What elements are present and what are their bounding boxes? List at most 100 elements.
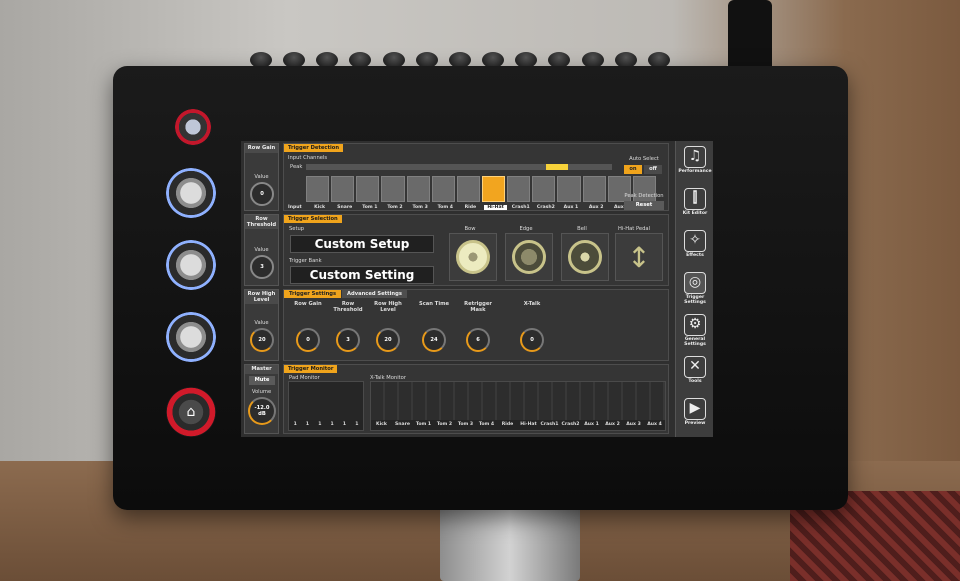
row-high-level-column: Row High Level Value 20 [244, 289, 279, 361]
auto-select-off-button[interactable]: off [644, 165, 662, 174]
encoder-knob-3[interactable] [166, 312, 216, 362]
row-gain-dial[interactable]: 0 [250, 182, 274, 206]
sidebar-item-performance[interactable]: ♫ Performance [676, 143, 713, 185]
knob-label: Row Threshold [333, 301, 363, 313]
sidebar-item-kit-editor[interactable]: ⫿ Kit Editor [676, 185, 713, 227]
row-high-level-dial[interactable]: 20 [250, 328, 274, 352]
input-channel-label[interactable]: Kick [308, 205, 331, 210]
input-channel-cell[interactable] [507, 176, 531, 202]
trigger-bank-selector[interactable]: Custom Setting [290, 266, 434, 284]
sidebar-item-label: Preview [684, 421, 706, 426]
row-gain-value-label: Value [254, 174, 269, 180]
trigger-detection-panel: Trigger Detection Input Channels Peak In… [283, 143, 669, 211]
peak-label: Peak [290, 164, 303, 170]
monitor-channel-label: Aux 1 [584, 422, 599, 427]
sidebar-item-preview[interactable]: ▶ Preview [676, 395, 713, 437]
input-channel-cell[interactable] [331, 176, 355, 202]
input-channel-label[interactable]: Tom 1 [358, 205, 381, 210]
monitor-channel-label: Aux 3 [626, 422, 641, 427]
settings-knob[interactable]: 20 [376, 328, 400, 352]
trigger-selection-title: Trigger Selection [284, 215, 342, 223]
input-channel-label[interactable]: Crash1 [509, 205, 532, 210]
row-high-level-value-label: Value [254, 320, 269, 326]
input-channel-cell[interactable] [356, 176, 380, 202]
monitor-channel-label: Crash2 [561, 422, 580, 427]
hihat-pedal-pad[interactable]: ↕ [615, 233, 663, 281]
input-channel-cell[interactable] [481, 176, 506, 202]
trigger-bank-label: Trigger Bank [289, 258, 322, 264]
knob-label: Retrigger Mask [464, 301, 492, 313]
trigger-settings-panel: Trigger Settings Advanced Settings Row G… [283, 289, 669, 361]
input-label: Input [288, 205, 302, 210]
reset-button[interactable]: Reset [624, 201, 664, 210]
sidebar-item-tools[interactable]: ✕ Tools [676, 353, 713, 395]
row-threshold-header: Row Threshold [245, 215, 278, 229]
trigger-icon: ◎ [684, 272, 706, 294]
home-button[interactable]: ⌂ [166, 387, 216, 437]
input-channel-label[interactable]: Tom 2 [383, 205, 406, 210]
settings-knob[interactable]: 3 [336, 328, 360, 352]
input-channel-cell[interactable] [406, 176, 430, 202]
zone-edge-pad[interactable] [505, 233, 553, 281]
monitor-channel-label: Kick [376, 422, 387, 427]
power-button[interactable] [174, 108, 212, 146]
zone-bell-pad[interactable] [561, 233, 609, 281]
input-channels-label: Input Channels [288, 155, 328, 161]
hihat-pedal-icon: ↕ [627, 240, 651, 274]
settings-knob[interactable]: 0 [296, 328, 320, 352]
auto-select-label: Auto Select [629, 156, 659, 162]
sidebar-item-label: Kit Editor [682, 211, 708, 216]
knob-label: Row High Level [374, 301, 402, 313]
zone-bow-label: Bow [464, 226, 476, 232]
input-channel-label[interactable]: Crash2 [534, 205, 557, 210]
sidebar-item-effects[interactable]: ✧ Effects [676, 227, 713, 269]
encoder-knob-1[interactable] [166, 168, 216, 218]
input-channel-label[interactable]: Hi-Hat [483, 205, 508, 210]
settings-knob[interactable]: 24 [422, 328, 446, 352]
input-channel-cell[interactable] [306, 176, 330, 202]
tools-icon: ✕ [684, 356, 706, 378]
tab-advanced-settings[interactable]: Advanced Settings [342, 290, 407, 298]
row-threshold-dial[interactable]: 3 [250, 255, 274, 279]
settings-knob[interactable]: 0 [520, 328, 544, 352]
setup-label: Setup [289, 226, 305, 232]
input-channel-cell[interactable] [431, 176, 455, 202]
pad-monitor-value: 1 [330, 422, 334, 427]
tab-trigger-settings[interactable]: Trigger Settings [284, 290, 342, 298]
main-nav-sidebar: ♫ Performance ⫿ Kit Editor ✧ Effects ◎ Trigger … [675, 141, 713, 437]
input-channel-cell[interactable] [582, 176, 606, 202]
monitor-channel-label: Crash1 [540, 422, 559, 427]
sidebar-item-trigger-settings[interactable]: ◎ Trigger Settings [676, 269, 713, 311]
input-channel-labels: Input Kick Snare Tom 1 Tom 2 Tom 3 Tom 4 Ride Hi… [288, 205, 658, 210]
input-channel-cell[interactable] [557, 176, 581, 202]
input-channel-label[interactable]: Snare [333, 205, 356, 210]
monitor-channel-label: Hi-Hat [520, 422, 537, 427]
setup-selector[interactable]: Custom Setup [290, 235, 434, 253]
mute-button[interactable]: Mute [249, 376, 275, 385]
input-channel-label[interactable]: Aux 1 [559, 205, 582, 210]
zone-bow-pad[interactable] [449, 233, 497, 281]
row-high-level-header: Row High Level [245, 290, 278, 304]
settings-knob[interactable]: 6 [466, 328, 490, 352]
row-gain-header: Row Gain [245, 144, 278, 153]
volume-dial[interactable]: -12.0 dB [248, 397, 276, 425]
input-channel-label[interactable]: Tom 3 [409, 205, 432, 210]
sidebar-item-label: General Settings [684, 337, 706, 347]
auto-select-on-button[interactable]: on [624, 165, 642, 174]
input-channel-cell[interactable] [532, 176, 556, 202]
peak-meter [306, 164, 612, 170]
music-note-icon: ♫ [684, 146, 706, 168]
encoder-knob-2[interactable] [166, 240, 216, 290]
trigger-monitor-panel: Trigger Monitor Pad Monitor 111111 X-Tal… [283, 364, 669, 434]
input-channel-label[interactable]: Aux 2 [585, 205, 608, 210]
pad-monitor-value: 1 [305, 422, 310, 427]
input-channel-label[interactable]: Ride [459, 205, 482, 210]
input-channel-cell[interactable] [456, 176, 480, 202]
sidebar-item-general-settings[interactable]: ⚙ General Settings [676, 311, 713, 353]
input-channel-cell[interactable] [381, 176, 405, 202]
sidebar-item-label: Trigger Settings [684, 295, 706, 305]
xtalk-monitor: Kick Snare Tom 1 Tom 2 Tom 3 Tom 4 Ride Hi-Hat C… [370, 381, 666, 431]
row-threshold-value-label: Value [254, 247, 269, 253]
pad-monitor-value: 1 [342, 422, 347, 427]
input-channel-label[interactable]: Tom 4 [434, 205, 457, 210]
